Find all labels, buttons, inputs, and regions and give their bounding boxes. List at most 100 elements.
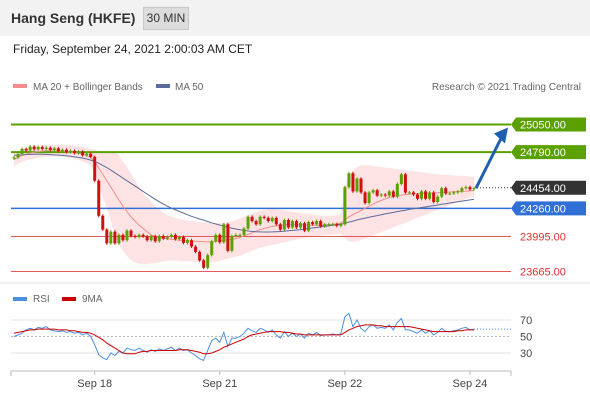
candle-body xyxy=(371,190,375,193)
candle-body xyxy=(411,192,415,195)
candle-body xyxy=(214,234,218,242)
candle-body xyxy=(97,180,101,216)
x-tick-label: Sep 22 xyxy=(327,378,362,390)
candle-body xyxy=(125,230,129,241)
candle-body xyxy=(226,224,230,251)
candle-body xyxy=(452,192,456,194)
candle-body xyxy=(298,223,302,228)
candle-body xyxy=(121,234,125,241)
candle-body xyxy=(444,188,448,194)
candle-body xyxy=(64,149,68,153)
legend-swatch-ma20 xyxy=(13,84,27,88)
candle-body xyxy=(177,237,181,240)
candle-body xyxy=(359,178,363,193)
bollinger-band-layer xyxy=(14,144,474,265)
candle-body xyxy=(81,151,85,156)
candle-body xyxy=(351,173,355,192)
candle-body xyxy=(311,222,315,225)
candle-body xyxy=(202,260,206,268)
last-label-2: 24454.00 xyxy=(520,183,566,195)
legend-rsi-label: RSI xyxy=(33,294,50,305)
candle-body xyxy=(133,235,137,238)
support-label-5: 23665.00 xyxy=(520,267,566,279)
candle-body xyxy=(85,153,89,156)
candle-body xyxy=(137,234,141,238)
forecast-arrow-shaft xyxy=(474,135,504,189)
candle-body xyxy=(238,234,242,236)
candle-body xyxy=(448,193,452,195)
candle-body xyxy=(428,192,432,199)
candle-body xyxy=(93,156,97,181)
candle-body xyxy=(307,222,311,231)
candle-body xyxy=(117,234,121,244)
candle-body xyxy=(56,148,60,152)
candle-body xyxy=(335,224,339,226)
candle-body xyxy=(383,194,387,196)
rsi-tick-label-70: 70 xyxy=(520,315,532,327)
candle-body xyxy=(198,251,202,261)
candle-body xyxy=(399,174,403,184)
candle-body xyxy=(28,146,32,151)
candle-body xyxy=(468,187,472,190)
candle-body xyxy=(432,192,436,202)
candle-body xyxy=(339,224,343,226)
candle-body xyxy=(420,191,424,199)
candle-body xyxy=(436,196,440,202)
candle-body xyxy=(375,190,379,196)
candle-body xyxy=(194,246,198,252)
candle-body xyxy=(234,234,238,236)
candle-body xyxy=(157,235,161,242)
candle-body xyxy=(16,154,20,158)
candle-body xyxy=(315,221,319,225)
candle-body xyxy=(254,221,258,225)
candle-body xyxy=(403,174,407,193)
candle-body xyxy=(274,217,278,225)
forecast-arrow-layer xyxy=(474,127,508,189)
candle-body xyxy=(218,234,222,243)
candle-body xyxy=(327,224,331,226)
candle-body xyxy=(145,236,149,241)
x-axis-labels: Sep 18 Sep 21 Sep 22 Sep 24 xyxy=(77,371,487,390)
candle-body xyxy=(379,194,383,196)
candle-body xyxy=(472,188,476,190)
price-labels-layer: 25050.00 24790.00 24454.00 24260.00 23995.00… xyxy=(511,117,586,279)
candle-body xyxy=(73,150,77,154)
candle-body xyxy=(424,191,428,199)
legend-swatch-rsi xyxy=(13,297,27,301)
rsi-tick-label-50: 50 xyxy=(520,332,532,344)
candle-body xyxy=(367,192,371,204)
candle-body xyxy=(262,216,266,218)
rsi-panel: 70 50 30 xyxy=(11,312,532,362)
candle-body xyxy=(24,148,28,151)
candle-body xyxy=(230,235,234,251)
candle-body xyxy=(278,224,282,230)
legend-ma50-label: MA 50 xyxy=(175,82,204,93)
candle-body xyxy=(319,221,323,227)
candle-body xyxy=(210,241,214,256)
candle-body xyxy=(190,240,194,247)
candle-body xyxy=(395,183,399,197)
candle-body xyxy=(181,237,185,243)
candle-body xyxy=(303,223,307,231)
legend-ma9-label: 9MA xyxy=(82,294,103,305)
candle-body xyxy=(129,230,133,236)
rsi-tick-label-30: 30 xyxy=(520,348,532,360)
credit-text: Research © 2021 Trading Central xyxy=(432,82,581,93)
candle-body xyxy=(101,215,105,230)
candle-body xyxy=(153,236,157,242)
candle-body xyxy=(32,146,36,150)
candle-body xyxy=(416,194,420,199)
candle-body xyxy=(347,173,351,188)
candle-body xyxy=(250,216,254,222)
candle-body xyxy=(440,188,444,197)
candle-body xyxy=(246,216,250,229)
candle-body xyxy=(222,224,226,243)
candle-body xyxy=(206,255,210,268)
candle-body xyxy=(266,217,270,222)
candle-body xyxy=(270,217,274,222)
bollinger-band-area xyxy=(14,144,474,265)
candle-body xyxy=(355,178,359,192)
candle-body xyxy=(165,237,169,239)
candle-body xyxy=(36,147,40,150)
candle-body xyxy=(294,221,298,228)
